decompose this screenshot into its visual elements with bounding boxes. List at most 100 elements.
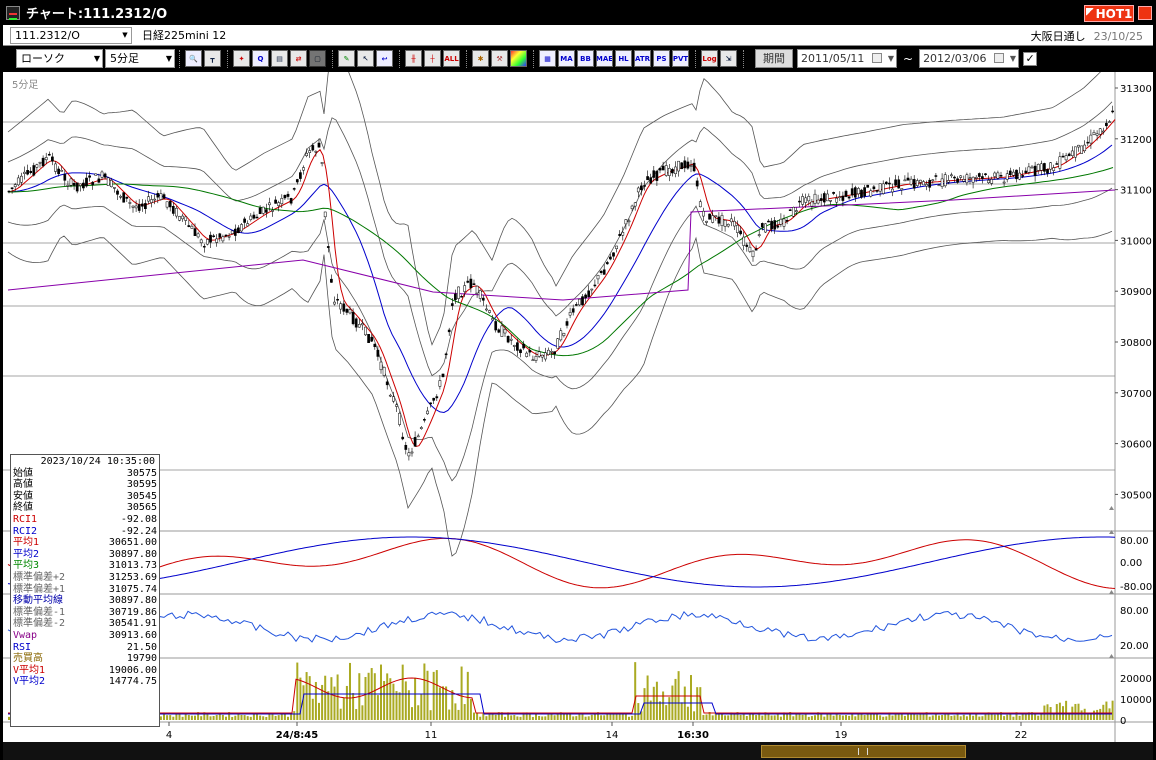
compare-button[interactable]: ✦ [233,50,250,67]
ma-button[interactable]: MA [558,50,575,67]
calendar-icon[interactable] [872,53,882,63]
volume-bar [962,714,965,720]
settings-button[interactable]: ✱ [472,50,489,67]
candle-body [618,234,622,236]
grid-button[interactable]: ▦ [539,50,556,67]
close-button[interactable] [1138,6,1152,20]
candle-body [78,183,82,186]
candle-body [249,215,253,220]
candle-body [404,444,408,450]
hl-button[interactable]: HL [615,50,632,67]
candle-body [872,186,876,190]
volume-bar [944,714,947,720]
volume-bar [581,714,584,720]
candle-body [7,190,11,193]
hot-button[interactable]: HOT1 [1084,5,1134,22]
bb-button[interactable]: BB [577,50,594,67]
line-set-button[interactable]: ┼ [424,50,441,67]
volume-bar [804,713,807,720]
arrow-button[interactable]: ↩ [376,50,393,67]
volume-bar [274,715,277,720]
volume-bar [398,692,401,720]
candle-body [342,303,346,312]
shuffle-button[interactable]: ⇄ [290,50,307,67]
candle-body [47,153,51,156]
candle-body [193,228,197,236]
candle-body [1039,163,1043,171]
candle-body [131,205,135,208]
candle-body [791,207,795,217]
candle-body [94,173,98,176]
candle-body [339,303,343,310]
candle-body [1077,144,1080,148]
candle-body [413,437,417,447]
candle-body [723,219,727,227]
chevron-down-icon[interactable]: ▼ [888,50,894,67]
candle-body [881,183,885,194]
zoom-button[interactable]: Q [252,50,269,67]
pen-button[interactable]: ✎ [338,50,355,67]
export-button[interactable]: ⇲ [720,50,737,67]
candle-body [748,246,752,252]
layout-button[interactable]: ┳ [204,50,221,67]
atr-button[interactable]: ATR [634,50,651,67]
candle-body [798,200,801,203]
period-button[interactable]: 期間 [755,49,793,68]
candle-set-button[interactable]: ╫ [405,50,422,67]
candle-body [326,246,330,248]
palette-button[interactable] [510,50,527,67]
chart-type-select[interactable]: ローソク ▼ [16,49,103,68]
date-to-field[interactable]: 2012/03/06 ▼ [919,49,1020,68]
chart-canvas[interactable]: 5分足売買高(6,12,24)3130031200311003100030900… [3,72,1153,742]
chevron-down-icon[interactable]: ▼ [1010,50,1016,67]
interval-label: 5分足 [12,79,38,91]
disabled-button[interactable]: ▢ [309,50,326,67]
candle-body [252,214,256,219]
candle-body [227,235,231,238]
candle-body [891,188,894,193]
chevron-down-icon[interactable]: ▼ [120,29,130,42]
candle-body [162,194,166,199]
data-row-value: 19006.00 [108,664,157,676]
candle-body [330,278,333,283]
candle-body [863,187,866,197]
candle-body [832,192,835,194]
candle-body [708,213,711,220]
volume-bar [631,715,634,720]
date-from-field[interactable]: 2011/05/11 ▼ [797,49,897,68]
chart-area[interactable]: 5分足売買高(6,12,24)3130031200311003100030900… [3,72,1153,742]
volume-bar [243,715,246,720]
all-button[interactable]: ALL [443,50,460,67]
pvt-button[interactable]: PVT [672,50,689,67]
volume-bar [686,706,689,720]
mae-button[interactable]: MAE [596,50,613,67]
wrench-button[interactable]: ⚒ [491,50,508,67]
volume-bar [953,715,956,720]
horizontal-scrollbar[interactable] [3,742,1153,760]
calendar-icon[interactable] [994,53,1005,63]
date-from-value: 2011/05/11 [801,52,865,65]
candle-body [888,182,891,185]
candle-body [280,198,284,204]
volume-bar [702,715,705,720]
scroll-thumb[interactable] [761,745,966,758]
log-button[interactable]: Log [701,50,718,67]
volume-bar [327,691,330,720]
chevron-down-icon: ▼ [93,54,100,63]
data-row: RCI1 -92.08 [13,514,157,526]
candle-body [398,412,401,425]
candle-body [153,198,157,201]
candle-body [199,239,203,244]
volume-bar [308,676,311,720]
interval-select[interactable]: 5分足 ▼ [105,49,175,68]
period-checkbox[interactable]: ✓ [1023,51,1038,66]
candle-body [246,223,250,227]
volume-bar [1021,714,1024,720]
candle-body [454,293,457,300]
cursor-button[interactable]: ↖ [357,50,374,67]
ps-button[interactable]: PS [653,50,670,67]
data-window-button[interactable]: ▤ [271,50,288,67]
symbol-input[interactable]: 111.2312/O ▼ [10,26,132,44]
candle-body [255,216,259,219]
zoom-in-button[interactable]: 🔍 [185,50,202,67]
